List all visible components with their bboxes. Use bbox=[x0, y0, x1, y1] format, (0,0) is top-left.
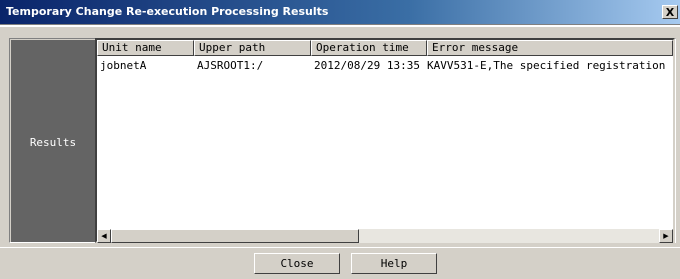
scroll-thumb[interactable] bbox=[111, 229, 359, 243]
results-table: Unit name Upper path Operation time Erro… bbox=[95, 38, 675, 243]
cell-error-message: KAVV531-E,The specified registration bbox=[427, 59, 666, 72]
column-header-upper-path[interactable]: Upper path bbox=[194, 40, 311, 56]
window-title: Temporary Change Re-execution Processing… bbox=[6, 5, 329, 18]
results-label: Results bbox=[29, 136, 77, 149]
scroll-left-icon[interactable]: ◀ bbox=[97, 229, 111, 243]
help-button[interactable]: Help bbox=[351, 253, 437, 274]
cell-upper-path: AJSROOT1:/ bbox=[197, 59, 264, 72]
results-panel: Results bbox=[11, 40, 95, 242]
footer-separator bbox=[0, 247, 680, 248]
column-header-operation-time[interactable]: Operation time bbox=[311, 40, 427, 56]
cell-operation-time: 2012/08/29 13:35 bbox=[314, 59, 420, 72]
close-button[interactable]: Close bbox=[254, 253, 340, 274]
column-header-error-message[interactable]: Error message bbox=[427, 40, 673, 56]
title-separator bbox=[0, 24, 680, 27]
horizontal-scrollbar[interactable]: ◀ ▶ bbox=[97, 229, 673, 243]
column-header-unit-name[interactable]: Unit name bbox=[97, 40, 194, 56]
cell-unit-name: jobnetA bbox=[100, 59, 147, 72]
close-icon[interactable]: X bbox=[662, 5, 678, 19]
scroll-right-icon[interactable]: ▶ bbox=[659, 229, 673, 243]
title-bar: Temporary Change Re-execution Processing… bbox=[0, 0, 680, 24]
